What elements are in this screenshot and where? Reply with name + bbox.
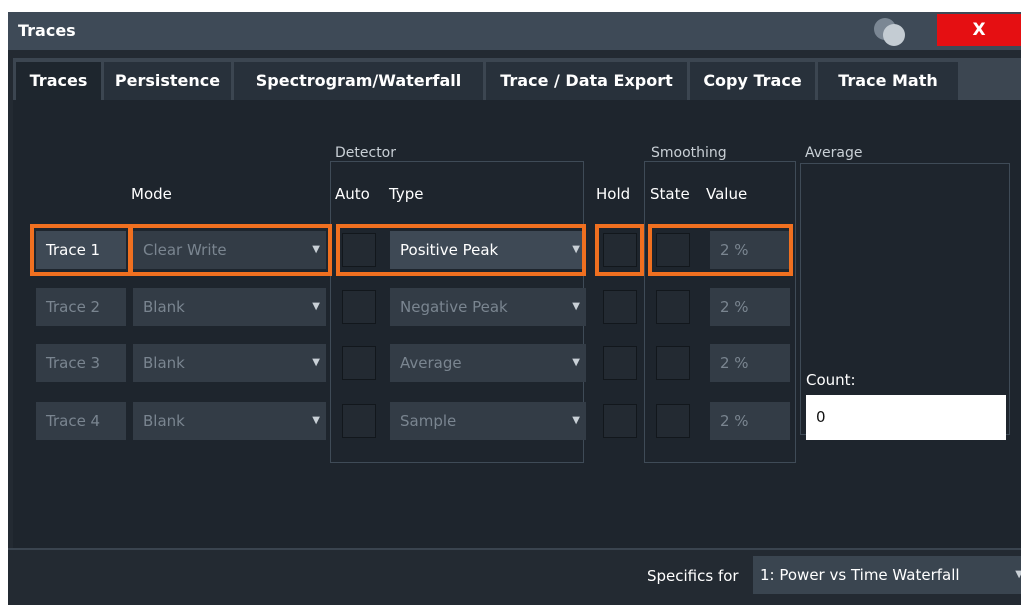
specifics-label: Specifics for	[647, 567, 739, 585]
trace-3-mode-value: Blank	[143, 354, 185, 372]
dropdown-arrow-icon: ▼	[312, 301, 320, 312]
detector-group-label: Detector	[335, 145, 397, 161]
tab-traces[interactable]: Traces	[16, 62, 101, 100]
dialog-title: Traces	[18, 21, 76, 40]
highlight-frame	[595, 224, 644, 276]
trace-4-state-checkbox[interactable]	[656, 404, 690, 438]
trace-2-value-field[interactable]: 2 %	[710, 288, 790, 326]
hold-header: Hold	[596, 185, 631, 203]
close-button[interactable]: X	[937, 14, 1021, 46]
dropdown-arrow-icon: ▼	[572, 357, 580, 368]
trace-2-type-dropdown[interactable]: Negative Peak ▼	[390, 288, 586, 326]
tab-trace-math[interactable]: Trace Math	[818, 62, 958, 100]
trace-4-type-value: Sample	[400, 412, 457, 430]
trace-3-button[interactable]: Trace 3	[36, 344, 126, 382]
dropdown-arrow-icon: ▼	[572, 415, 580, 426]
trace-4-button[interactable]: Trace 4	[36, 402, 126, 440]
bottom-bar: Specifics for 1: Power vs Time Waterfall…	[8, 548, 1021, 605]
trace-2-state-checkbox[interactable]	[656, 290, 690, 324]
trace-2-auto-checkbox[interactable]	[342, 290, 376, 324]
highlight-frame	[128, 224, 332, 276]
dropdown-arrow-icon: ▼	[312, 415, 320, 426]
specifics-dropdown[interactable]: 1: Power vs Time Waterfall ▼	[753, 556, 1021, 594]
tab-trace-data-export[interactable]: Trace / Data Export	[486, 62, 687, 100]
state-header: State	[650, 185, 690, 203]
traces-panel: Detector Smoothing Average Mode Auto Typ…	[13, 100, 1021, 548]
highlight-frame	[648, 224, 793, 276]
trace-2-mode-dropdown[interactable]: Blank ▼	[133, 288, 326, 326]
tab-spectrogram-waterfall[interactable]: Spectrogram/Waterfall	[234, 62, 483, 100]
value-header: Value	[706, 185, 748, 203]
trace-4-hold-checkbox[interactable]	[603, 404, 637, 438]
trace-4-mode-value: Blank	[143, 412, 185, 430]
auto-header: Auto	[335, 185, 370, 203]
trace-3-mode-dropdown[interactable]: Blank ▼	[133, 344, 326, 382]
tab-bar: Traces Persistence Spectrogram/Waterfall…	[13, 58, 1021, 100]
trace-3-value-field[interactable]: 2 %	[710, 344, 790, 382]
highlight-frame	[30, 224, 133, 276]
trace-4-auto-checkbox[interactable]	[342, 404, 376, 438]
title-bar: Traces X	[8, 12, 1021, 50]
dropdown-arrow-icon: ▼	[572, 301, 580, 312]
logo-icon	[868, 16, 908, 46]
smoothing-group-label: Smoothing	[651, 145, 727, 161]
trace-4-mode-dropdown[interactable]: Blank ▼	[133, 402, 326, 440]
trace-3-type-value: Average	[400, 354, 462, 372]
count-input[interactable]: 0	[806, 395, 1006, 440]
type-header: Type	[389, 185, 424, 203]
tab-copy-trace[interactable]: Copy Trace	[690, 62, 815, 100]
trace-4-value-field[interactable]: 2 %	[710, 402, 790, 440]
count-label: Count:	[806, 371, 856, 389]
specifics-value: 1: Power vs Time Waterfall	[760, 566, 960, 584]
tab-persistence[interactable]: Persistence	[104, 62, 231, 100]
trace-2-type-value: Negative Peak	[400, 298, 508, 316]
highlight-frame	[336, 224, 586, 276]
trace-3-hold-checkbox[interactable]	[603, 346, 637, 380]
trace-2-mode-value: Blank	[143, 298, 185, 316]
trace-2-hold-checkbox[interactable]	[603, 290, 637, 324]
trace-3-type-dropdown[interactable]: Average ▼	[390, 344, 586, 382]
average-group-label: Average	[805, 145, 863, 161]
mode-header: Mode	[131, 185, 172, 203]
dropdown-arrow-icon: ▼	[1015, 569, 1021, 580]
dropdown-arrow-icon: ▼	[312, 357, 320, 368]
trace-2-button[interactable]: Trace 2	[36, 288, 126, 326]
traces-dialog: Traces X Traces Persistence Spectrogram/…	[8, 12, 1021, 605]
trace-3-state-checkbox[interactable]	[656, 346, 690, 380]
trace-3-auto-checkbox[interactable]	[342, 346, 376, 380]
trace-4-type-dropdown[interactable]: Sample ▼	[390, 402, 586, 440]
